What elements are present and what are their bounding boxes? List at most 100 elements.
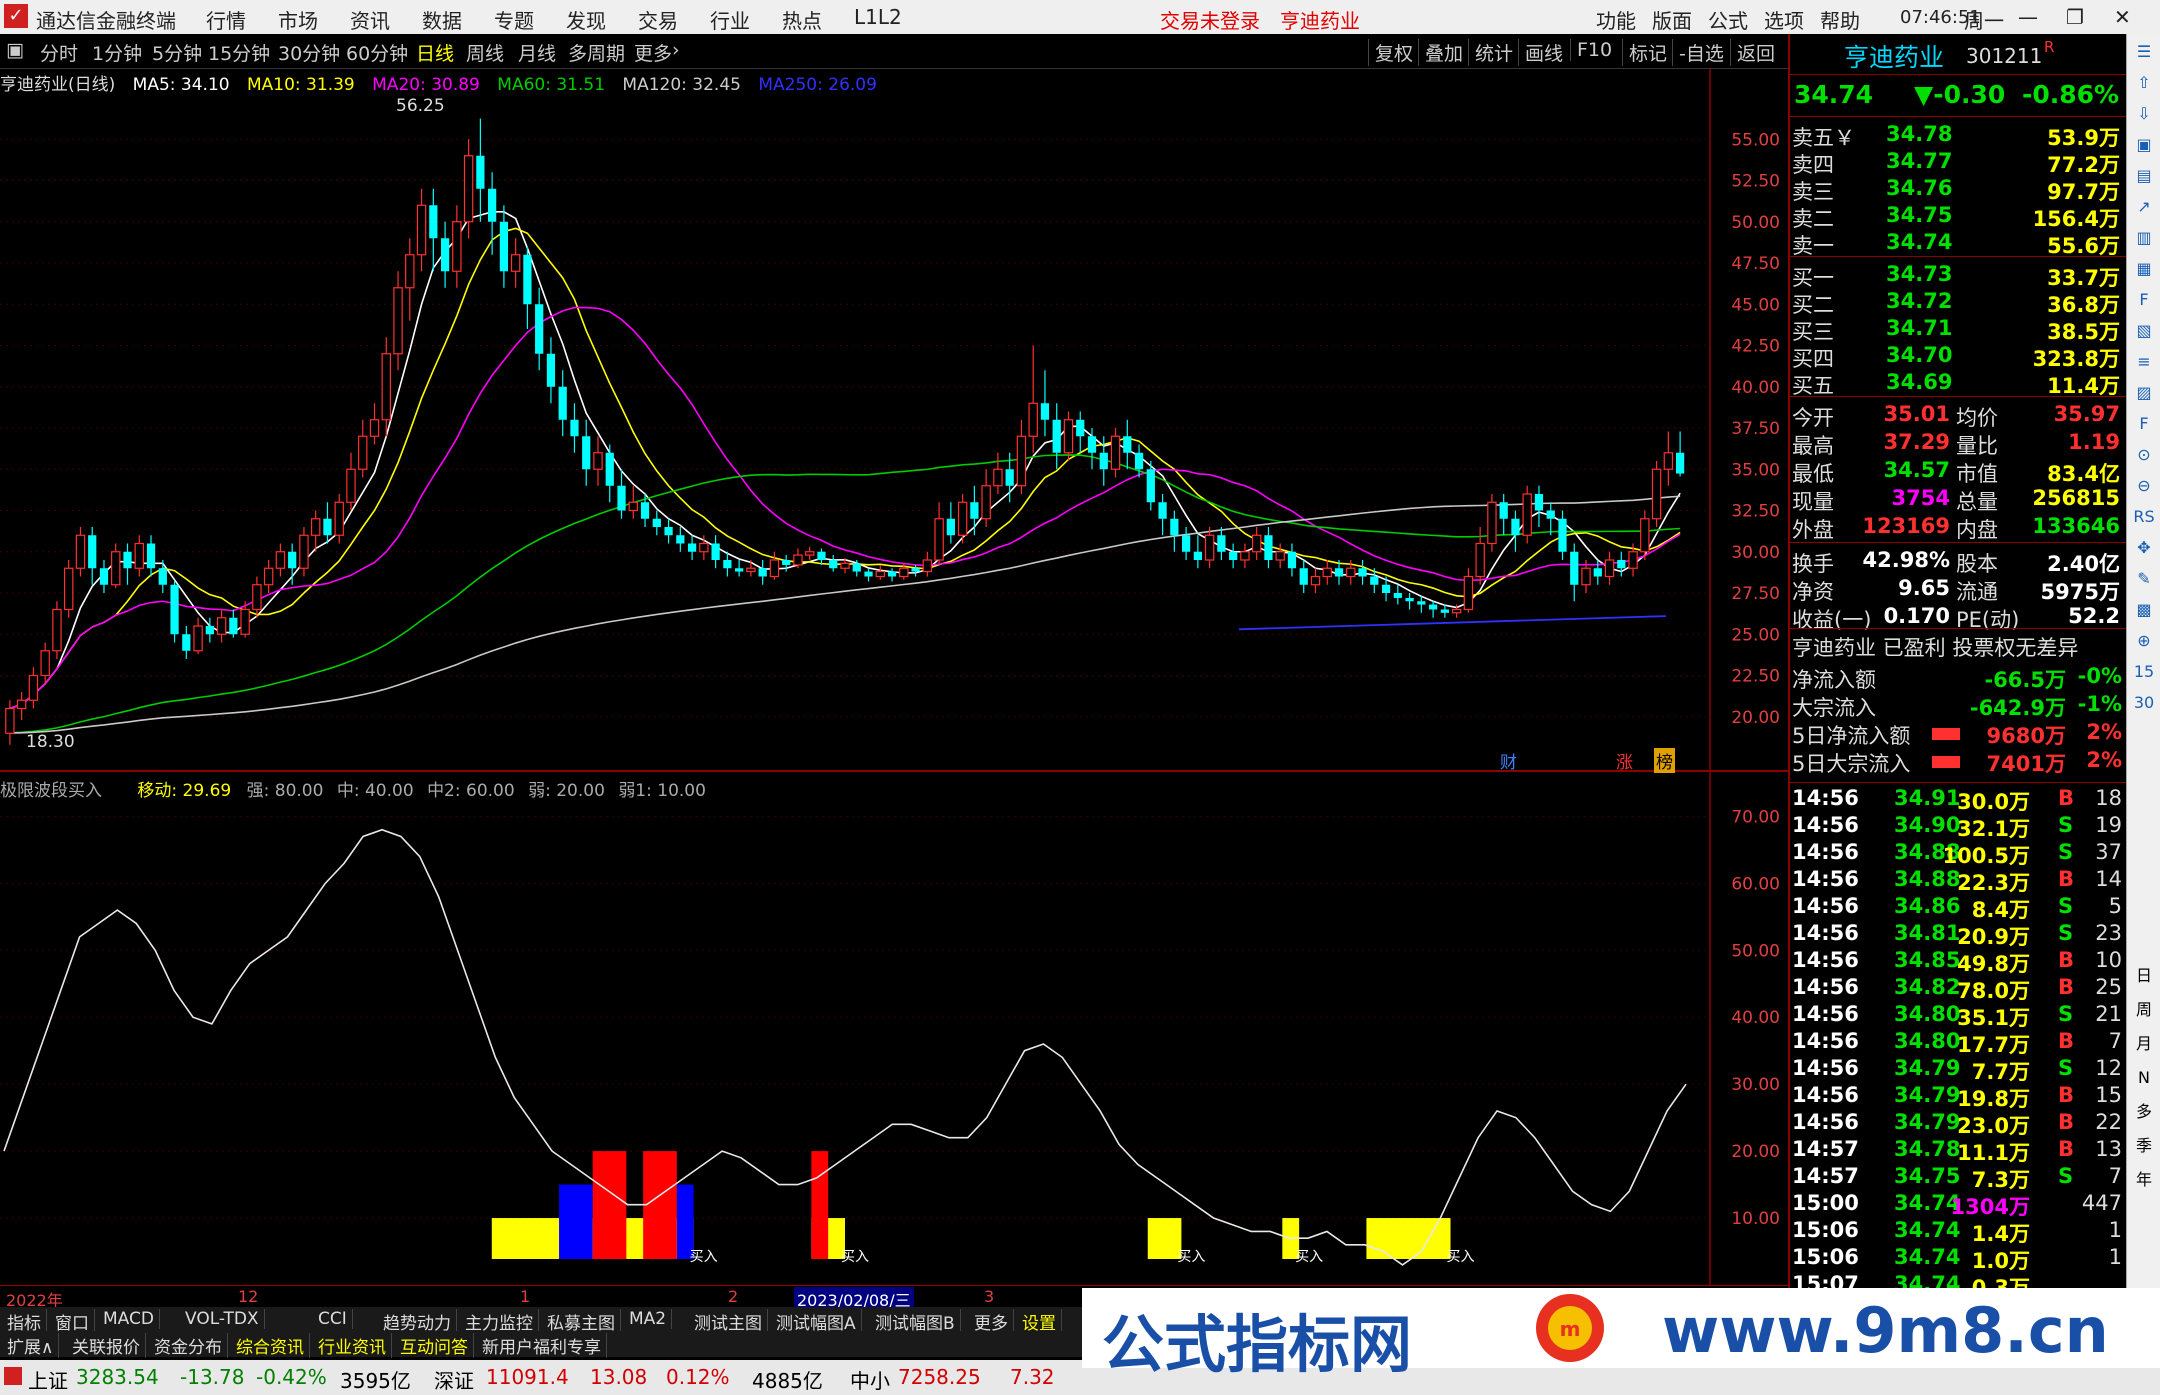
sidebar-period-3[interactable]: N bbox=[2132, 1066, 2156, 1090]
menu-redian[interactable]: 热点 bbox=[782, 5, 822, 34]
ind-tick-label: 70.00 bbox=[1731, 807, 1780, 827]
tf-daily[interactable]: 日线 bbox=[416, 39, 454, 66]
tf-1min[interactable]: 1分钟 bbox=[92, 39, 142, 66]
sidebar-period-4[interactable]: 多 bbox=[2132, 1100, 2156, 1124]
sidebar-tool-icon[interactable]: 30 bbox=[2132, 691, 2156, 715]
btn-diejia[interactable]: 叠加 bbox=[1418, 39, 1463, 66]
tf-5min[interactable]: 5分钟 bbox=[152, 39, 202, 66]
sidebar-tool-icon[interactable]: ▣ bbox=[2132, 133, 2156, 157]
tf-fenshi[interactable]: 分时 bbox=[40, 39, 78, 66]
sz-name[interactable]: 深证 bbox=[434, 1365, 474, 1394]
sidebar-tool-icon[interactable]: ▧ bbox=[2132, 319, 2156, 343]
tab-indicator-3[interactable]: VOL-TDX bbox=[180, 1309, 265, 1329]
candle-body bbox=[1475, 542, 1485, 578]
tf-more-chevron-icon[interactable]: › bbox=[672, 39, 680, 61]
zhang-badge[interactable]: 涨 bbox=[1616, 748, 1633, 773]
menu-jiaoyi[interactable]: 交易 bbox=[638, 5, 678, 34]
sidebar-tool-icon[interactable]: F bbox=[2132, 412, 2156, 436]
tick-count: 7 bbox=[2108, 1164, 2122, 1188]
menu-gongneng[interactable]: 功能 bbox=[1596, 5, 1636, 34]
close-icon[interactable]: ✕ bbox=[2114, 5, 2131, 29]
sidebar-tool-icon[interactable]: ⊕ bbox=[2132, 629, 2156, 653]
sidebar-tool-icon[interactable]: ⊖ bbox=[2132, 474, 2156, 498]
menu-faxian[interactable]: 发现 bbox=[566, 5, 606, 34]
sh-name[interactable]: 上证 bbox=[28, 1365, 68, 1394]
quote-pct: -0.86% bbox=[2022, 80, 2120, 109]
sidebar-tool-icon[interactable]: ▦ bbox=[2132, 257, 2156, 281]
sidebar-tool-icon[interactable]: ⇩ bbox=[2132, 102, 2156, 126]
candle-body bbox=[1511, 518, 1520, 536]
menu-banmian[interactable]: 版面 bbox=[1652, 5, 1692, 34]
menu-bangzhu[interactable]: 帮助 bbox=[1820, 5, 1860, 34]
tf-weekly[interactable]: 周线 bbox=[466, 39, 504, 66]
tf-60min[interactable]: 60分钟 bbox=[346, 39, 408, 66]
tab-ext-0[interactable]: 扩展∧ bbox=[2, 1333, 60, 1358]
candle-body bbox=[334, 501, 344, 536]
menu-xuanxiang[interactable]: 选项 bbox=[1764, 5, 1804, 34]
tick-time: 14:56 bbox=[1792, 948, 1859, 972]
toggle-panel-icon[interactable]: ▣ bbox=[6, 39, 24, 61]
sidebar-tool-icon[interactable]: F bbox=[2132, 288, 2156, 312]
bang-badge[interactable]: 榜 bbox=[1654, 748, 1675, 773]
btn-biaoji[interactable]: 标记 bbox=[1622, 39, 1667, 66]
menu-hangqing[interactable]: 行情 bbox=[206, 5, 246, 34]
menu-shichang[interactable]: 市场 bbox=[278, 5, 318, 34]
sidebar-period-0[interactable]: 日 bbox=[2132, 964, 2156, 988]
menu-zhuanti[interactable]: 专题 bbox=[494, 5, 534, 34]
sidebar-period-5[interactable]: 季 bbox=[2132, 1134, 2156, 1158]
btn-huaxian[interactable]: 画线 bbox=[1518, 39, 1563, 66]
cai-badge[interactable]: 财 bbox=[1500, 748, 1517, 773]
tab-indicator-8[interactable]: MA2 bbox=[624, 1309, 673, 1329]
sidebar-tool-icon[interactable]: ▤ bbox=[2132, 164, 2156, 188]
zx-name[interactable]: 中小 bbox=[850, 1365, 890, 1394]
trade-login-status[interactable]: 交易未登录 bbox=[1160, 5, 1260, 34]
sidebar-tool-icon[interactable]: ⇧ bbox=[2132, 71, 2156, 95]
btn-fanhui[interactable]: 返回 bbox=[1730, 39, 1775, 66]
menu-shuju[interactable]: 数据 bbox=[422, 5, 462, 34]
tf-30min[interactable]: 30分钟 bbox=[278, 39, 340, 66]
menu-zixun[interactable]: 资讯 bbox=[350, 5, 390, 34]
candle-body bbox=[1240, 551, 1250, 561]
sidebar-tool-icon[interactable]: ▩ bbox=[2132, 598, 2156, 622]
sidebar-tool-icon[interactable]: ▥ bbox=[2132, 226, 2156, 250]
tab-ext-3[interactable]: 综合资讯 bbox=[231, 1333, 310, 1358]
tf-15min[interactable]: 15分钟 bbox=[208, 39, 270, 66]
tab-ext-1[interactable]: 关联报价 bbox=[67, 1333, 146, 1358]
menu-l1l2[interactable]: L1L2 bbox=[854, 5, 902, 29]
btn-tongji[interactable]: 统计 bbox=[1468, 39, 1513, 66]
sidebar-tool-icon[interactable]: 15 bbox=[2132, 660, 2156, 684]
chart-area[interactable]: 55.00 52.50 50.00 47.50 45.00 42.50 40.00 37.50… bbox=[0, 68, 1788, 1285]
btn-fuquan[interactable]: 复权 bbox=[1368, 39, 1413, 66]
tick-time: 14:57 bbox=[1792, 1164, 1859, 1188]
sidebar-tool-icon[interactable]: ↗ bbox=[2132, 195, 2156, 219]
tick-price: 34.74 bbox=[1894, 1245, 1961, 1269]
sidebar-period-1[interactable]: 周 bbox=[2132, 998, 2156, 1022]
sidebar-tool-icon[interactable]: ▨ bbox=[2132, 381, 2156, 405]
restore-icon[interactable]: ❐ bbox=[2066, 5, 2084, 29]
tf-more[interactable]: 更多 bbox=[634, 39, 672, 66]
menu-gongshi[interactable]: 公式 bbox=[1708, 5, 1748, 34]
sidebar-tool-icon[interactable]: ≡ bbox=[2132, 350, 2156, 374]
tab-indicator-2[interactable]: MACD bbox=[98, 1309, 160, 1329]
tf-monthly[interactable]: 月线 bbox=[518, 39, 556, 66]
tf-multi[interactable]: 多周期 bbox=[568, 39, 625, 66]
tab-ext-6[interactable]: 新用户福利专享 bbox=[477, 1333, 607, 1358]
sidebar-tool-icon[interactable]: ✎ bbox=[2132, 567, 2156, 591]
sidebar-period-2[interactable]: 月 bbox=[2132, 1032, 2156, 1056]
sidebar-tool-icon[interactable]: ⊙ bbox=[2132, 443, 2156, 467]
btn-f10[interactable]: F10 bbox=[1570, 39, 1612, 61]
menu-hangye[interactable]: 行业 bbox=[710, 5, 750, 34]
stat-label2: 市值 bbox=[1956, 462, 1998, 486]
minimize-icon[interactable]: — bbox=[2018, 5, 2038, 29]
sidebar-tool-icon[interactable]: ☰ bbox=[2132, 40, 2156, 64]
tab-ext-2[interactable]: 资金分布 bbox=[149, 1333, 228, 1358]
tab-indicator-4[interactable]: CCI bbox=[313, 1309, 353, 1329]
ind-bar bbox=[811, 1151, 829, 1259]
sidebar-tool-icon[interactable]: RS bbox=[2132, 505, 2156, 529]
candle-body bbox=[1204, 534, 1215, 561]
btn-zixuan[interactable]: -自选 bbox=[1672, 39, 1724, 66]
tab-ext-5[interactable]: 互动问答 bbox=[395, 1333, 474, 1358]
tab-ext-4[interactable]: 行业资讯 bbox=[313, 1333, 392, 1358]
sidebar-tool-icon[interactable]: ✥ bbox=[2132, 536, 2156, 560]
sidebar-period-6[interactable]: 年 bbox=[2132, 1168, 2156, 1192]
